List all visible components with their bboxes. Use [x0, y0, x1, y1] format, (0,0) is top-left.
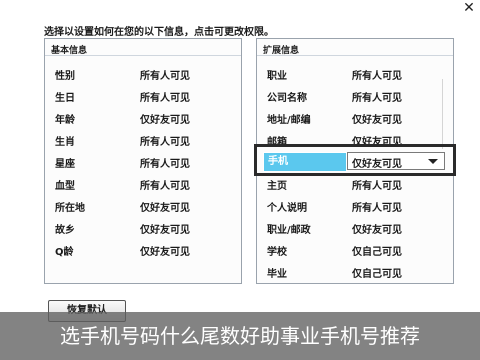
setting-name: 公司名称	[267, 93, 307, 104]
divider	[257, 55, 453, 56]
visibility-value[interactable]: 仅自己可见	[352, 265, 402, 280]
setting-name: 职业/邮政	[267, 225, 311, 236]
setting-name: 星座	[55, 159, 75, 170]
setting-name: 学校	[267, 247, 287, 258]
setting-name: 毕业	[267, 269, 287, 280]
privacy-settings-dialog: ✕ 选择以设置如何在您的以下信息，点击可更改权限。 基本信息 性别 所有人可见 生日…	[0, 0, 480, 360]
setting-row[interactable]: 学校 仅自己可见	[257, 239, 453, 261]
setting-row[interactable]: 性别 所有人可见	[45, 63, 241, 85]
setting-name: Q龄	[55, 247, 74, 258]
setting-name: 职业	[267, 71, 287, 82]
close-icon[interactable]: ✕	[459, 0, 479, 16]
setting-row[interactable]: 个人说明 所有人可见	[257, 195, 453, 217]
visibility-value[interactable]: 所有人可见	[140, 177, 190, 192]
setting-row[interactable]: 所在地 仅好友可见	[45, 195, 241, 217]
visibility-value[interactable]: 所有人可见	[140, 89, 190, 104]
caption-banner: 选手机号码什么尾数好助事业手机号推荐	[0, 312, 480, 360]
setting-row[interactable]: 故乡 仅好友可见	[45, 217, 241, 239]
visibility-value[interactable]: 仅好友可见	[352, 221, 402, 236]
visibility-value[interactable]: 所有人可见	[352, 89, 402, 104]
visibility-value[interactable]: 所有人可见	[352, 199, 402, 214]
setting-name: 主页	[267, 181, 287, 192]
setting-row[interactable]: 公司名称 所有人可见	[257, 85, 453, 107]
visibility-value[interactable]: 仅好友可见	[140, 243, 190, 258]
setting-row[interactable]: 生肖 所有人可见	[45, 129, 241, 151]
visibility-value[interactable]: 仅好友可见	[352, 111, 402, 126]
setting-row[interactable]: 地址/邮编 仅好友可见	[257, 107, 453, 129]
visibility-value[interactable]: 所有人可见	[140, 133, 190, 148]
basic-info-panel: 基本信息 性别 所有人可见 生日 所有人可见 年龄 仅好友可见 生肖 所有人可见 星座 所有人可见…	[44, 38, 242, 284]
visibility-value[interactable]: 仅好友可见	[140, 221, 190, 236]
setting-name: 生肖	[55, 137, 75, 148]
setting-name: 血型	[55, 181, 75, 192]
setting-name: 个人说明	[267, 203, 307, 214]
visibility-value[interactable]: 所有人可见	[140, 155, 190, 170]
setting-name: 生日	[55, 93, 75, 104]
visibility-value[interactable]: 所有人可见	[352, 67, 402, 82]
visibility-value[interactable]: 仅好友可见	[140, 111, 190, 126]
setting-name: 所在地	[55, 203, 85, 214]
visibility-value[interactable]: 所有人可见	[352, 177, 402, 192]
setting-name: 性别	[55, 71, 75, 82]
setting-name: 年龄	[55, 115, 75, 126]
visibility-value[interactable]: 仅自己可见	[352, 243, 402, 258]
selected-row-highlight	[254, 144, 456, 176]
setting-row[interactable]: 职业/邮政 仅好友可见	[257, 217, 453, 239]
setting-row[interactable]: 主页 所有人可见	[257, 173, 453, 195]
setting-row[interactable]: Q龄 仅好友可见	[45, 239, 241, 261]
setting-row[interactable]: 毕业 仅自己可见	[257, 261, 453, 283]
setting-name: 地址/邮编	[267, 115, 311, 126]
setting-row[interactable]: 星座 所有人可见	[45, 151, 241, 173]
setting-name: 故乡	[55, 225, 75, 236]
instruction-text: 选择以设置如何在您的以下信息，点击可更改权限。	[44, 27, 274, 38]
visibility-value[interactable]: 所有人可见	[140, 67, 190, 82]
divider	[45, 55, 241, 56]
visibility-value[interactable]: 仅好友可见	[140, 199, 190, 214]
setting-row[interactable]: 血型 所有人可见	[45, 173, 241, 195]
setting-row[interactable]: 生日 所有人可见	[45, 85, 241, 107]
setting-row[interactable]: 职业 所有人可见	[257, 63, 453, 85]
setting-row[interactable]: 年龄 仅好友可见	[45, 107, 241, 129]
